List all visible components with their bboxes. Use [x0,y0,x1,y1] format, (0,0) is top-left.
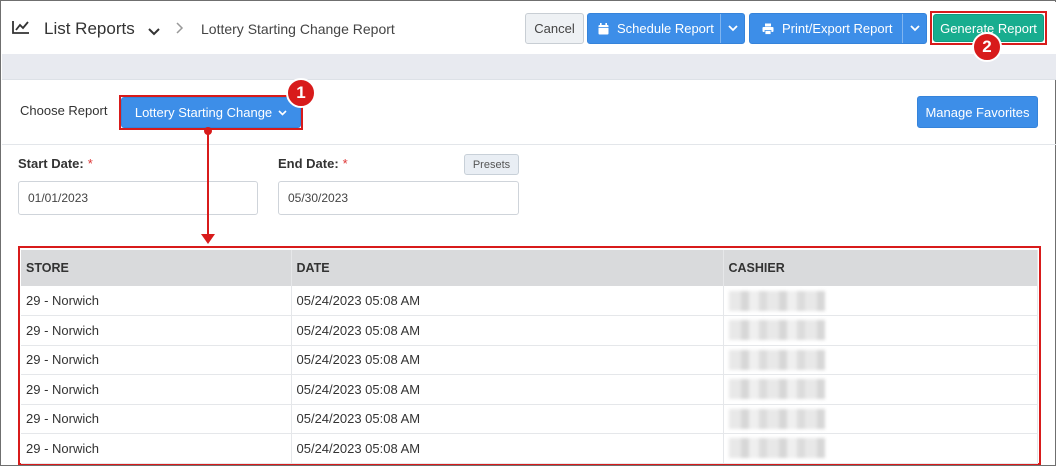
chevron-down-icon[interactable] [148,24,160,39]
section-divider [2,144,1056,145]
table-row[interactable]: 29 - Norwich 05/24/2023 05:08 AM [21,374,1038,405]
results-table: STORE DATE CASHIER 29 - Norwich 05/24/20… [21,250,1038,464]
presets-button[interactable]: Presets [464,154,519,175]
step-marker-2: 2 [972,32,1002,62]
table-row[interactable]: 29 - Norwich 05/24/2023 05:08 AM [21,286,1038,316]
cashier-cell [723,286,1038,316]
annotation-arrow-line [207,130,209,236]
store-cell: 29 - Norwich [21,433,292,464]
report-select-value: Lottery Starting Change [134,105,273,120]
cancel-button[interactable]: Cancel [525,13,584,44]
end-date-label: End Date: * [278,156,348,171]
required-marker: * [87,156,93,171]
step-marker-1: 1 [286,78,316,108]
line-chart-icon [12,20,30,37]
redacted-cashier [728,379,825,400]
chevron-down-icon[interactable] [720,14,744,43]
cashier-cell [723,315,1038,346]
chevron-down-icon[interactable] [902,14,926,43]
report-select-dropdown[interactable]: Lottery Starting Change [121,97,301,128]
redacted-cashier [728,438,825,459]
schedule-report-button[interactable]: Schedule Report [587,13,745,44]
table-row[interactable]: 29 - Norwich 05/24/2023 05:08 AM [21,345,1038,375]
date-cell: 05/24/2023 05:08 AM [291,433,724,464]
start-date-input[interactable] [18,181,258,215]
column-header-date[interactable]: DATE [291,250,724,286]
calendar-icon [598,22,609,35]
annotation-arrow-head [201,234,215,244]
date-cell: 05/24/2023 05:08 AM [291,345,724,375]
redacted-cashier [728,290,825,311]
table-row[interactable]: 29 - Norwich 05/24/2023 05:08 AM [21,315,1038,346]
header-divider-band [2,54,1056,80]
table-header-row: STORE DATE CASHIER [21,250,1038,286]
table-row[interactable]: 29 - Norwich 05/24/2023 05:08 AM [21,404,1038,434]
table-row[interactable]: 29 - Norwich 05/24/2023 05:08 AM [21,433,1038,464]
column-header-cashier[interactable]: CASHIER [723,250,1038,286]
date-cell: 05/24/2023 05:08 AM [291,374,724,405]
store-cell: 29 - Norwich [21,404,292,434]
start-date-label: Start Date: * [18,156,93,171]
cashier-cell [723,404,1038,434]
page-title[interactable]: List Reports [44,19,135,39]
store-cell: 29 - Norwich [21,374,292,405]
end-date-input[interactable] [278,181,519,215]
breadcrumb: Lottery Starting Change Report [201,21,395,37]
cashier-cell [723,374,1038,405]
chevron-down-icon [278,109,287,116]
schedule-report-label: Schedule Report [617,21,714,36]
report-window: List Reports Lottery Starting Change Rep… [0,0,1056,466]
start-date-label-text: Start Date: [18,156,84,171]
redacted-cashier [728,408,825,429]
store-cell: 29 - Norwich [21,286,292,316]
store-cell: 29 - Norwich [21,315,292,346]
date-cell: 05/24/2023 05:08 AM [291,404,724,434]
manage-favorites-button[interactable]: Manage Favorites [917,96,1038,128]
end-date-label-text: End Date: [278,156,339,171]
store-cell: 29 - Norwich [21,345,292,375]
chevron-right-icon [176,22,184,37]
cashier-cell [723,433,1038,464]
date-cell: 05/24/2023 05:08 AM [291,286,724,316]
date-cell: 05/24/2023 05:08 AM [291,315,724,346]
cashier-cell [723,345,1038,375]
redacted-cashier [728,349,825,370]
required-marker: * [342,156,348,171]
choose-report-label: Choose Report [20,103,108,118]
column-header-store[interactable]: STORE [21,250,292,286]
redacted-cashier [728,320,825,341]
print-export-button[interactable]: Print/Export Report [749,13,927,44]
print-export-label: Print/Export Report [782,21,893,36]
printer-icon [762,23,774,35]
